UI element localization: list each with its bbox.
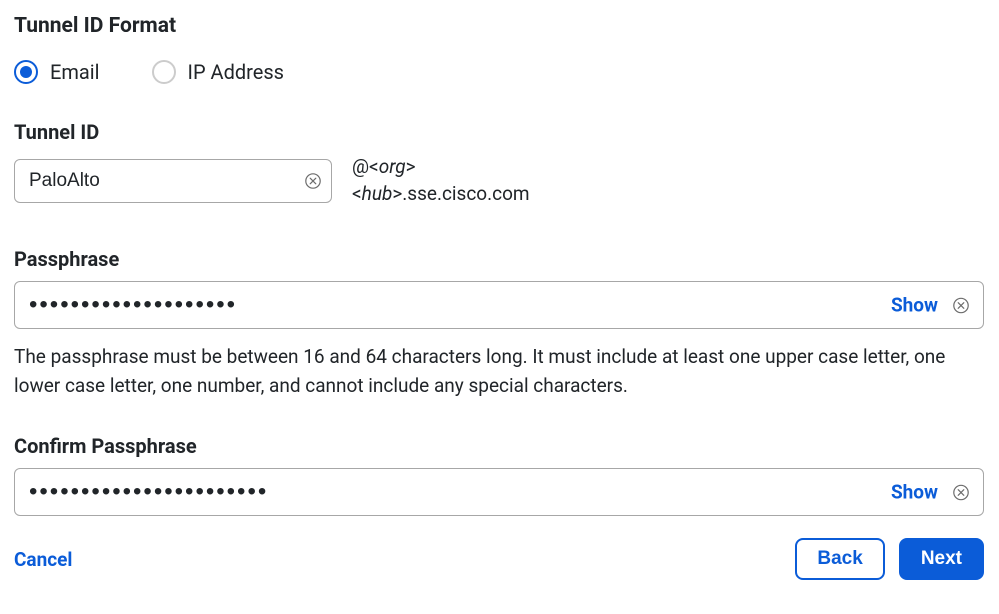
tunnel-id-format-radio-group: Email IP Address (14, 60, 985, 84)
tunnel-id-suffix: @<org> <hub>.sse.cisco.com (352, 154, 530, 207)
cancel-button[interactable]: Cancel (14, 548, 72, 571)
tunnel-id-form: Tunnel ID Format Email IP Address Tunnel… (0, 0, 999, 604)
confirm-passphrase-group: Confirm Passphrase Show (14, 434, 985, 516)
confirm-passphrase-input[interactable] (14, 468, 984, 516)
suffix-org-em: org (379, 155, 406, 178)
suffix-text: > (406, 155, 416, 178)
radio-ip-address[interactable]: IP Address (152, 60, 284, 84)
clear-icon[interactable] (304, 172, 322, 190)
confirm-passphrase-label: Confirm Passphrase (14, 434, 985, 458)
radio-email[interactable]: Email (14, 60, 100, 84)
footer-actions: Cancel Back Next (14, 538, 984, 580)
confirm-passphrase-input-wrap: Show (14, 468, 984, 516)
suffix-text: < (352, 182, 362, 205)
confirm-passphrase-actions: Show (891, 481, 970, 504)
clear-icon[interactable] (952, 296, 970, 314)
radio-ip-label: IP Address (188, 60, 284, 84)
tunnel-id-label: Tunnel ID (14, 120, 985, 144)
tunnel-id-input-wrap (14, 159, 332, 203)
radio-unselected-icon (152, 60, 176, 84)
next-button[interactable]: Next (899, 538, 984, 580)
passphrase-input[interactable] (14, 281, 984, 329)
section-title: Tunnel ID Format (14, 14, 985, 38)
passphrase-input-wrap: Show (14, 281, 984, 329)
passphrase-actions: Show (891, 294, 970, 317)
radio-email-label: Email (50, 60, 100, 84)
tunnel-id-input[interactable] (14, 159, 332, 203)
passphrase-help-text: The passphrase must be between 16 and 64… (14, 343, 979, 400)
passphrase-group: Passphrase Show The passphrase must be b… (14, 247, 985, 400)
suffix-text: >.sse.cisco.com (392, 182, 529, 205)
tunnel-id-row: @<org> <hub>.sse.cisco.com (14, 154, 985, 207)
suffix-text: @< (352, 155, 379, 178)
back-button[interactable]: Back (795, 538, 884, 580)
passphrase-label: Passphrase (14, 247, 985, 271)
show-confirm-passphrase-button[interactable]: Show (891, 481, 938, 504)
suffix-hub-em: hub (362, 182, 393, 205)
radio-selected-icon (14, 60, 38, 84)
show-passphrase-button[interactable]: Show (891, 294, 938, 317)
clear-icon[interactable] (952, 483, 970, 501)
